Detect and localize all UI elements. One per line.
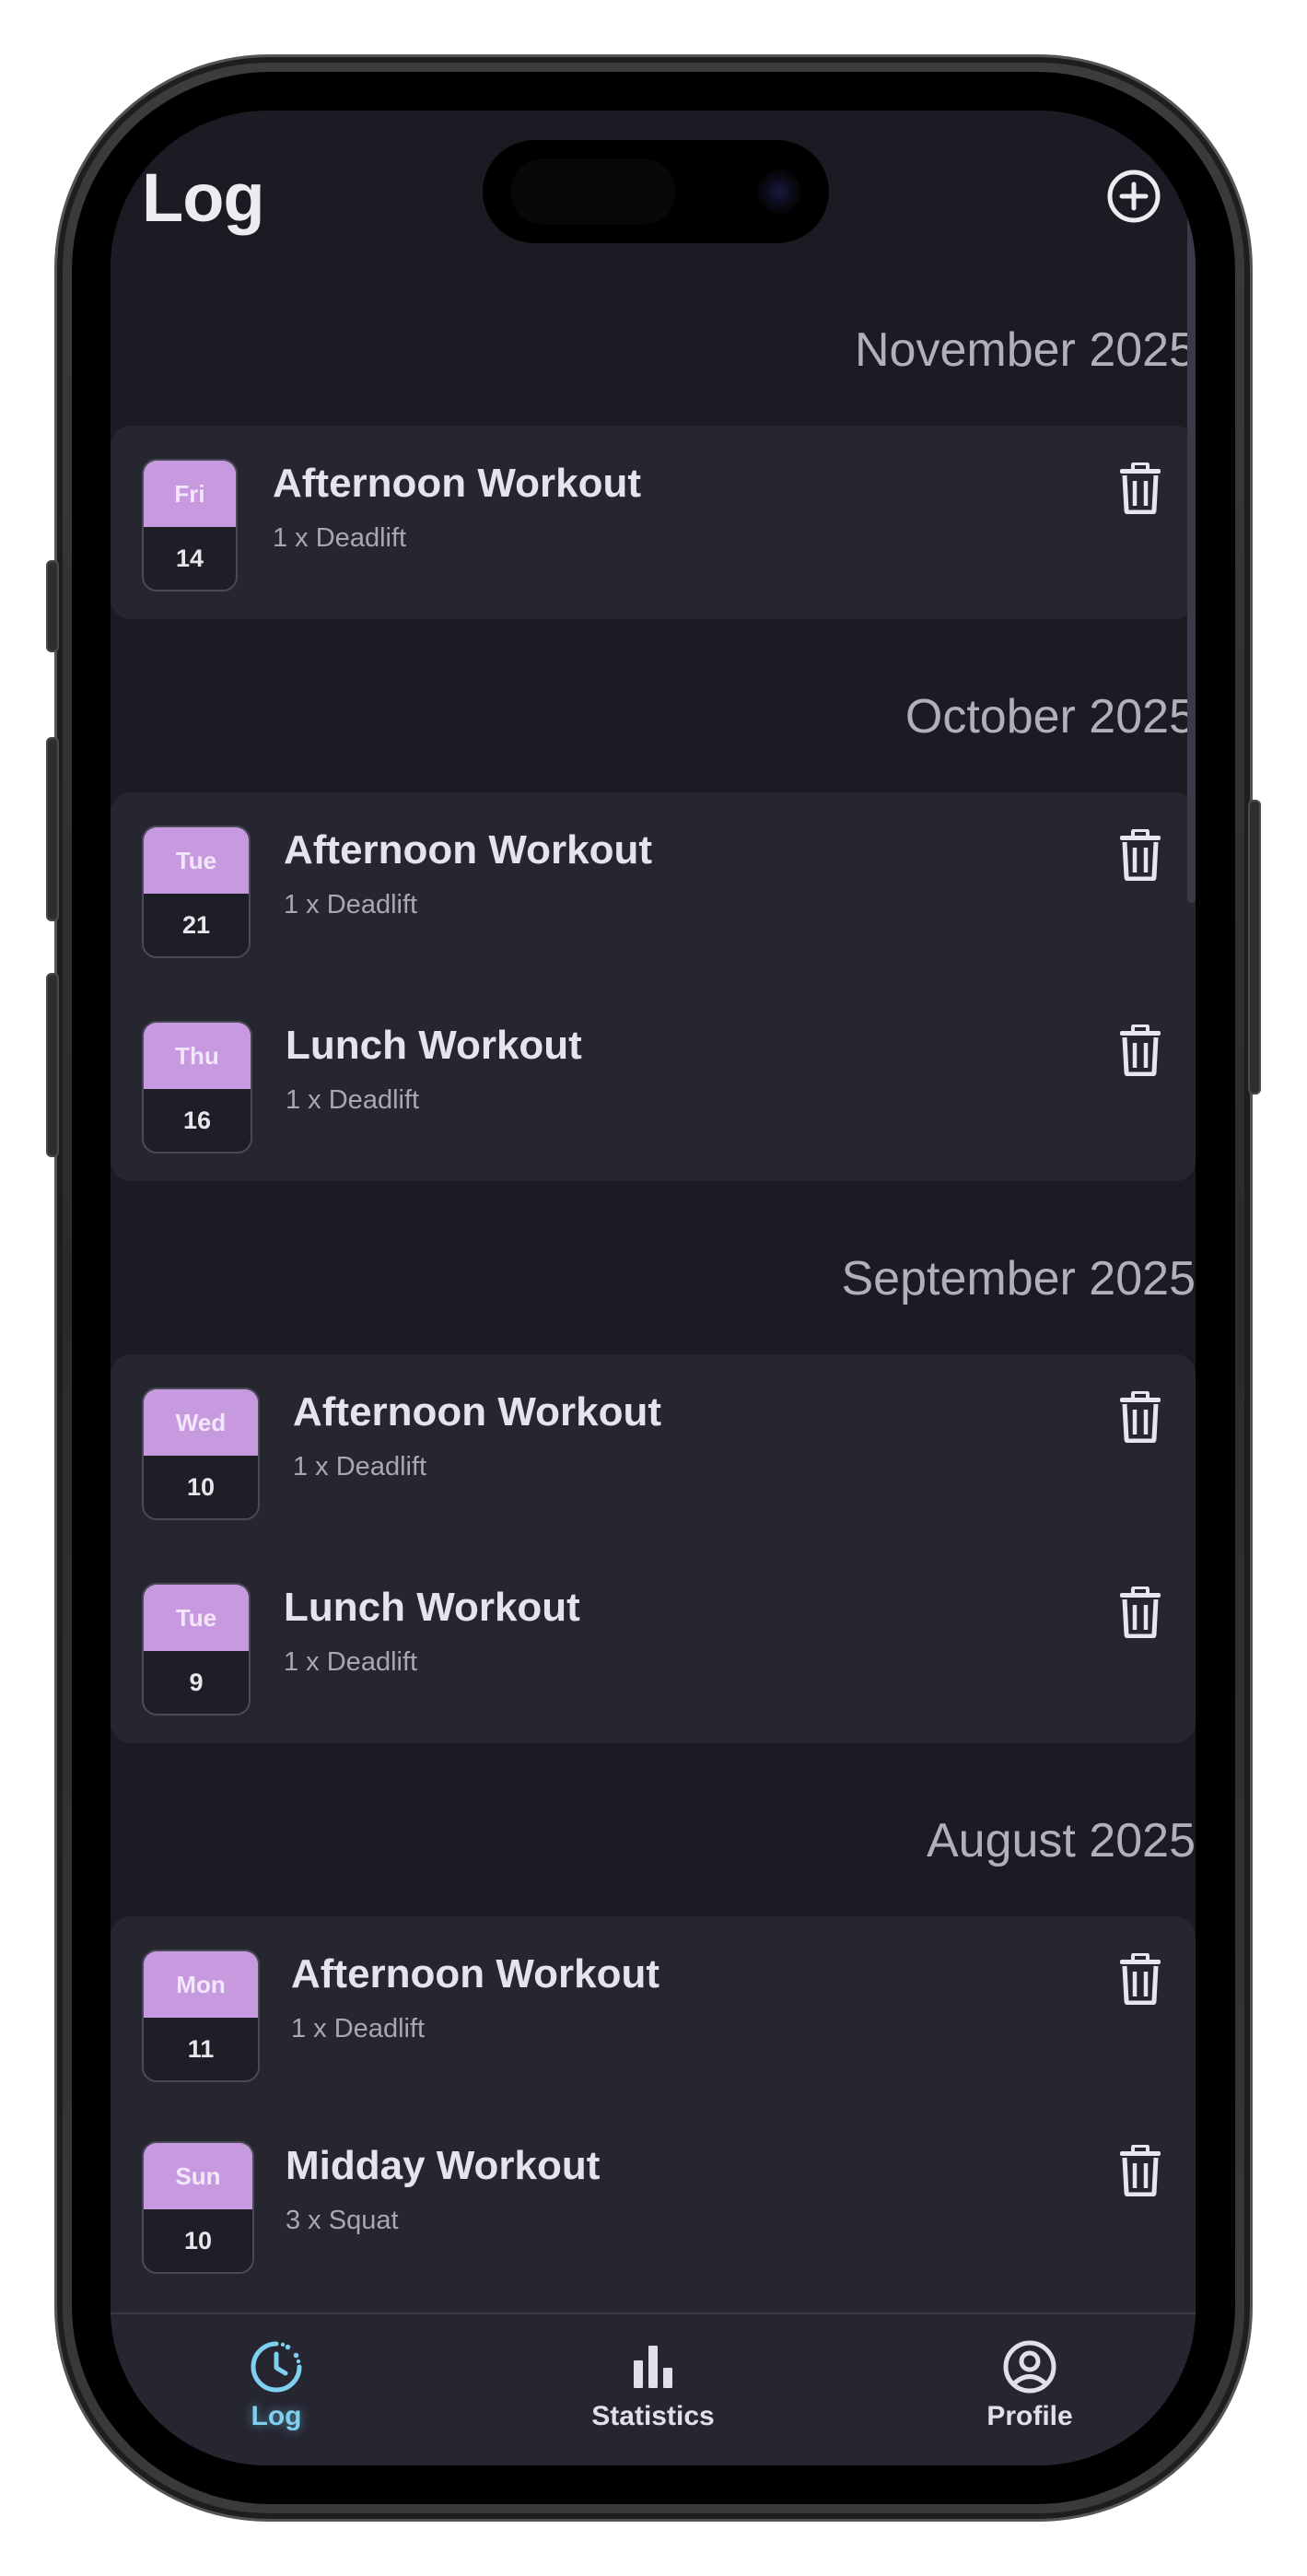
bar-chart-icon — [634, 2346, 672, 2388]
trash-icon[interactable] — [1118, 1587, 1162, 1638]
workout-group-card: Mon 11 Afternoon Workout 1 x Deadlift Su… — [111, 1916, 1196, 2359]
date-badge: Tue 9 — [142, 1583, 251, 1715]
day-of-week: Fri — [144, 461, 236, 527]
day-number: 21 — [181, 911, 211, 939]
trash-icon[interactable] — [1118, 829, 1162, 881]
month-header: August 2025 — [926, 1814, 1196, 1868]
workout-name: Lunch Workout — [284, 1585, 580, 1630]
date-badge: Wed 10 — [142, 1388, 260, 1520]
date-badge: Mon 11 — [142, 1950, 260, 2082]
workout-name: Lunch Workout — [286, 1023, 582, 1068]
month-header: September 2025 — [841, 1252, 1196, 1306]
day-of-week: Sun — [144, 2143, 252, 2209]
date-badge: Sun 10 — [142, 2141, 254, 2274]
workout-row[interactable]: Tue 9 Lunch Workout 1 x Deadlift — [111, 1550, 1196, 1715]
tab-log[interactable]: Log — [166, 2338, 387, 2432]
trash-icon[interactable] — [1118, 2145, 1162, 2196]
dynamic-island — [483, 140, 829, 243]
workout-summary: 1 x Deadlift — [284, 890, 418, 919]
workout-group-card: Wed 10 Afternoon Workout 1 x Deadlift Tu… — [111, 1354, 1196, 1743]
workout-row[interactable]: Fri 14 Afternoon Workout 1 x Deadlift — [111, 426, 1196, 591]
action-button — [46, 560, 59, 652]
workout-row[interactable]: Mon 11 Afternoon Workout 1 x Deadlift — [111, 1916, 1196, 2082]
workout-summary: 1 x Deadlift — [293, 1452, 427, 1481]
workout-name: Afternoon Workout — [273, 461, 642, 506]
day-number: 16 — [182, 1107, 212, 1134]
tab-label: Log — [251, 2401, 302, 2431]
day-of-week: Wed — [144, 1389, 258, 1456]
workout-group-card: Fri 14 Afternoon Workout 1 x Deadlift — [111, 426, 1196, 619]
page-title: Log — [142, 159, 265, 236]
power-button — [1248, 800, 1261, 1095]
day-of-week: Tue — [144, 827, 249, 894]
tab-profile[interactable]: Profile — [919, 2338, 1140, 2432]
workout-summary: 1 x Deadlift — [286, 1085, 420, 1115]
trash-icon[interactable] — [1118, 1391, 1162, 1443]
day-of-week: Thu — [144, 1023, 251, 1089]
date-badge: Fri 14 — [142, 459, 238, 591]
app-screen: Log November 2025 Fri 14 Afternoon Worko… — [111, 111, 1196, 2465]
workout-summary: 3 x Squat — [286, 2206, 399, 2235]
plus-circle-icon[interactable] — [1105, 168, 1162, 225]
clock-history-icon — [251, 2341, 302, 2393]
scroll-indicator[interactable] — [1187, 212, 1196, 903]
workout-row[interactable]: Tue 21 Afternoon Workout 1 x Deadlift — [111, 792, 1196, 958]
date-badge: Thu 16 — [142, 1021, 252, 1153]
trash-icon[interactable] — [1118, 463, 1162, 514]
date-badge: Tue 21 — [142, 825, 251, 958]
workout-summary: 1 x Deadlift — [284, 1647, 418, 1677]
day-number: 14 — [175, 544, 204, 572]
volume-up-button — [46, 737, 59, 921]
workout-row[interactable]: Sun 10 Midday Workout 3 x Squat — [111, 2108, 1196, 2274]
workout-group-card: Tue 21 Afternoon Workout 1 x Deadlift Th… — [111, 792, 1196, 1181]
tab-statistics[interactable]: Statistics — [543, 2338, 764, 2432]
workout-row[interactable]: Thu 16 Lunch Workout 1 x Deadlift — [111, 988, 1196, 1153]
workout-name: Afternoon Workout — [293, 1389, 662, 1434]
workout-summary: 1 x Deadlift — [291, 2014, 426, 2043]
day-number: 9 — [189, 1669, 204, 1696]
tab-bar: Log Statistics Profile — [111, 2313, 1196, 2465]
trash-icon[interactable] — [1118, 1025, 1162, 1076]
day-number: 10 — [183, 2227, 213, 2254]
day-of-week: Mon — [144, 1951, 258, 2018]
tab-label: Statistics — [591, 2401, 715, 2431]
workout-name: Midday Workout — [286, 2143, 601, 2188]
workout-name: Afternoon Workout — [291, 1951, 660, 1996]
user-circle-icon — [1003, 2340, 1056, 2394]
day-number: 11 — [187, 2035, 215, 2063]
tab-label: Profile — [986, 2401, 1073, 2431]
workout-summary: 1 x Deadlift — [273, 523, 407, 553]
month-header: October 2025 — [904, 690, 1196, 744]
day-number: 10 — [186, 1473, 216, 1501]
day-of-week: Tue — [144, 1585, 249, 1651]
workout-name: Afternoon Workout — [284, 827, 653, 872]
volume-down-button — [46, 973, 59, 1157]
front-camera — [757, 170, 801, 214]
trash-icon[interactable] — [1118, 1953, 1162, 2005]
island-sensor — [510, 158, 676, 225]
month-header: November 2025 — [855, 323, 1196, 377]
workout-row[interactable]: Wed 10 Afternoon Workout 1 x Deadlift — [111, 1354, 1196, 1520]
